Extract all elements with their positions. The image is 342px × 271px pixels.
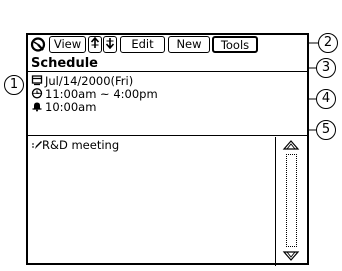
callout-5: 5 [316, 120, 336, 140]
new-button[interactable]: New [168, 36, 210, 53]
date-value: Jul/14/2000(Fri) [45, 74, 134, 88]
callout-4: 4 [316, 89, 336, 109]
callout-3: 3 [316, 58, 336, 78]
memo-area[interactable]: R&D meeting [28, 137, 276, 266]
callout-2: 2 [318, 33, 338, 53]
divider [28, 135, 307, 136]
app-logo-icon[interactable] [30, 36, 46, 53]
device-screen: View Edit New Tools Schedule Jul/14/2000… [26, 33, 309, 266]
memo-line: R&D meeting [31, 139, 119, 152]
pencil-icon [32, 141, 42, 149]
time-value: 11:00am ~ 4:00pm [45, 87, 158, 101]
down-arrow-icon [105, 38, 115, 50]
memo-scrollbar[interactable] [276, 137, 307, 264]
calendar-icon [31, 75, 43, 86]
date-field[interactable]: Jul/14/2000(Fri) [31, 74, 134, 88]
page-title: Schedule [28, 55, 307, 72]
toolbar: View Edit New Tools [28, 35, 307, 55]
memo-text: R&D meeting [42, 138, 120, 152]
clock-icon [31, 88, 43, 99]
time-field[interactable]: 11:00am ~ 4:00pm [31, 87, 158, 101]
scroll-down-arrow-icon[interactable] [282, 250, 300, 262]
up-arrow-icon [90, 36, 100, 48]
bell-icon [32, 102, 42, 112]
callout-1: 1 [4, 75, 24, 95]
scroll-down-button[interactable] [103, 36, 117, 53]
tools-button[interactable]: Tools [212, 36, 258, 53]
alarm-field[interactable]: 10:00am [31, 100, 97, 114]
view-button[interactable]: View [49, 36, 86, 53]
alarm-value: 10:00am [45, 100, 97, 114]
scroll-up-button[interactable] [88, 36, 102, 53]
scroll-up-arrow-icon[interactable] [282, 139, 300, 151]
scroll-track[interactable] [286, 154, 297, 247]
edit-button[interactable]: Edit [120, 36, 165, 53]
